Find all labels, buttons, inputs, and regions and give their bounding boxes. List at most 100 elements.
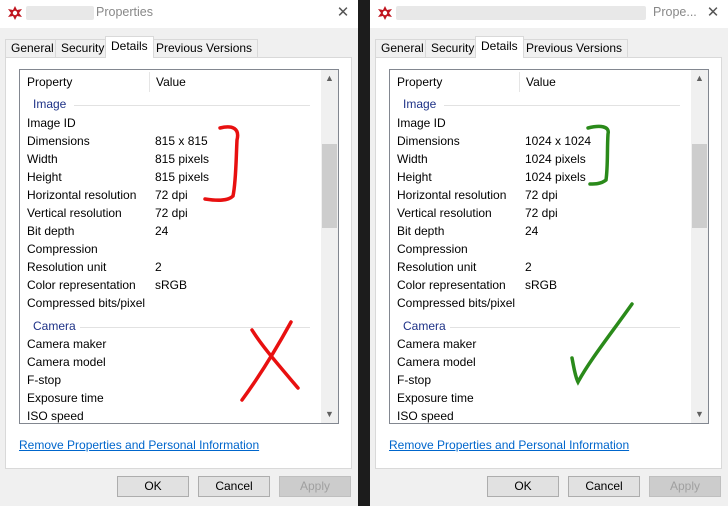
- table-row[interactable]: Compression: [20, 240, 320, 258]
- table-row[interactable]: Exposure time: [390, 389, 690, 407]
- property-value: sRGB: [525, 278, 558, 292]
- properties-list[interactable]: Property Value Image Image ID Dimensions 1…: [389, 69, 709, 424]
- table-row[interactable]: Vertical resolution 72 dpi: [390, 204, 690, 222]
- tab-security[interactable]: Security: [55, 39, 111, 57]
- table-row[interactable]: Width 815 pixels: [20, 150, 320, 168]
- table-row[interactable]: Vertical resolution 72 dpi: [20, 204, 320, 222]
- app-icon: [378, 6, 392, 20]
- table-row[interactable]: Camera maker: [390, 335, 690, 353]
- table-row[interactable]: ISO speed: [20, 407, 320, 423]
- table-row[interactable]: Compression: [390, 240, 690, 258]
- apply-button[interactable]: Apply: [649, 476, 721, 497]
- scroll-up-arrow-icon[interactable]: ▲: [321, 70, 338, 87]
- property-name: Exposure time: [27, 391, 104, 405]
- redacted-filename: [396, 6, 646, 20]
- table-row[interactable]: Camera model: [20, 353, 320, 371]
- table-row[interactable]: Width 1024 pixels: [390, 150, 690, 168]
- title-bar[interactable]: Properties ✕: [0, 0, 358, 28]
- cancel-button[interactable]: Cancel: [198, 476, 270, 497]
- property-name: Compressed bits/pixel: [397, 296, 516, 310]
- column-header-value[interactable]: Value: [149, 70, 319, 94]
- property-name: Vertical resolution: [397, 206, 492, 220]
- table-row[interactable]: F-stop: [390, 371, 690, 389]
- table-row[interactable]: ISO speed: [390, 407, 690, 423]
- tab-security[interactable]: Security: [425, 39, 481, 57]
- table-row[interactable]: F-stop: [20, 371, 320, 389]
- table-row[interactable]: Compressed bits/pixel: [20, 294, 320, 312]
- tab-previous-versions[interactable]: Previous Versions: [150, 39, 259, 57]
- property-name: Image ID: [27, 116, 76, 130]
- property-name: Bit depth: [397, 224, 445, 238]
- scroll-up-arrow-icon[interactable]: ▲: [691, 70, 708, 87]
- properties-list[interactable]: Property Value Image Image ID Dimensions 8…: [19, 69, 339, 424]
- group-image[interactable]: Image: [390, 97, 690, 113]
- table-row[interactable]: Height 815 pixels: [20, 168, 320, 186]
- table-row[interactable]: Height 1024 pixels: [390, 168, 690, 186]
- group-camera[interactable]: Camera: [20, 319, 320, 335]
- property-value: 2: [525, 260, 532, 274]
- table-row[interactable]: Color representation sRGB: [20, 276, 320, 294]
- tab-details[interactable]: Details: [105, 36, 154, 58]
- column-header-value[interactable]: Value: [519, 70, 689, 94]
- table-row[interactable]: Resolution unit 2: [20, 258, 320, 276]
- group-image[interactable]: Image: [20, 97, 320, 113]
- scrollbar-thumb[interactable]: [692, 144, 707, 228]
- ok-button[interactable]: OK: [117, 476, 189, 497]
- scroll-down-arrow-icon[interactable]: ▼: [691, 406, 708, 423]
- property-name: Width: [397, 152, 428, 166]
- scrollbar-thumb[interactable]: [322, 144, 337, 228]
- vertical-scrollbar[interactable]: ▲ ▼: [691, 70, 708, 423]
- property-value: sRGB: [155, 278, 188, 292]
- table-row[interactable]: Horizontal resolution 72 dpi: [390, 186, 690, 204]
- property-value: 1024 pixels: [525, 170, 586, 184]
- table-row[interactable]: Bit depth 24: [20, 222, 320, 240]
- table-row[interactable]: Camera maker: [20, 335, 320, 353]
- property-name: Dimensions: [397, 134, 460, 148]
- table-row[interactable]: Resolution unit 2: [390, 258, 690, 276]
- property-name: Camera maker: [397, 337, 477, 351]
- ok-button[interactable]: OK: [487, 476, 559, 497]
- group-divider: [444, 105, 680, 106]
- property-value: 1024 x 1024: [525, 134, 592, 148]
- remove-properties-link[interactable]: Remove Properties and Personal Informati…: [389, 438, 629, 452]
- apply-button[interactable]: Apply: [279, 476, 351, 497]
- properties-window-right: Prope... ✕ General Security Details Prev…: [370, 0, 728, 506]
- group-camera[interactable]: Camera: [390, 319, 690, 335]
- remove-properties-link[interactable]: Remove Properties and Personal Informati…: [19, 438, 259, 452]
- property-name: Camera model: [27, 355, 106, 369]
- property-value: 2: [155, 260, 162, 274]
- property-value: 1024 pixels: [525, 152, 586, 166]
- tab-general[interactable]: General: [5, 39, 60, 57]
- column-header-property[interactable]: Property: [390, 70, 519, 94]
- property-value: 72 dpi: [525, 206, 558, 220]
- window-title: Properties: [96, 5, 153, 19]
- group-label: Camera: [33, 319, 76, 333]
- table-row[interactable]: Exposure time: [20, 389, 320, 407]
- app-icon: [8, 6, 22, 20]
- tab-previous-versions[interactable]: Previous Versions: [520, 39, 629, 57]
- table-row[interactable]: Dimensions 1024 x 1024: [390, 132, 690, 150]
- table-row[interactable]: Color representation sRGB: [390, 276, 690, 294]
- title-bar[interactable]: Prope... ✕: [370, 0, 728, 28]
- property-name: Compression: [27, 242, 98, 256]
- table-row[interactable]: Horizontal resolution 72 dpi: [20, 186, 320, 204]
- table-row[interactable]: Compressed bits/pixel: [390, 294, 690, 312]
- cancel-button[interactable]: Cancel: [568, 476, 640, 497]
- close-button[interactable]: ✕: [704, 4, 722, 22]
- table-row[interactable]: Bit depth 24: [390, 222, 690, 240]
- property-value: 815 x 815: [155, 134, 208, 148]
- close-button[interactable]: ✕: [334, 4, 352, 22]
- property-value: 72 dpi: [155, 188, 188, 202]
- property-name: Exposure time: [397, 391, 474, 405]
- column-header-property[interactable]: Property: [20, 70, 149, 94]
- table-row[interactable]: Dimensions 815 x 815: [20, 132, 320, 150]
- table-row[interactable]: Image ID: [20, 114, 320, 132]
- table-row[interactable]: Camera model: [390, 353, 690, 371]
- vertical-scrollbar[interactable]: ▲ ▼: [321, 70, 338, 423]
- scroll-down-arrow-icon[interactable]: ▼: [321, 406, 338, 423]
- tab-details[interactable]: Details: [475, 36, 524, 58]
- table-row[interactable]: Image ID: [390, 114, 690, 132]
- group-divider: [450, 327, 680, 328]
- property-name: F-stop: [27, 373, 62, 387]
- tab-general[interactable]: General: [375, 39, 430, 57]
